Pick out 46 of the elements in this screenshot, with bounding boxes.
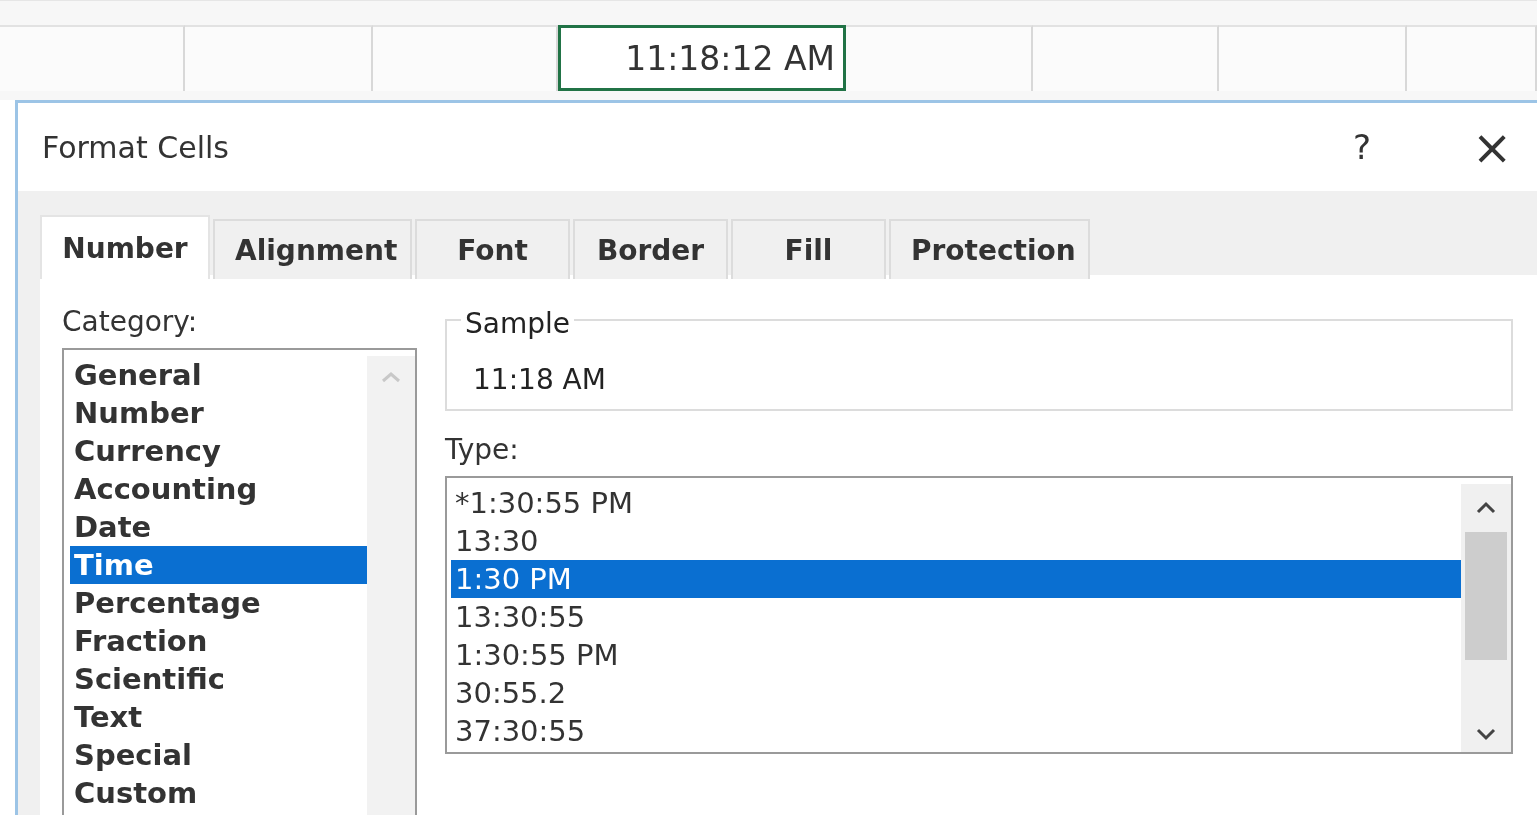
sheet-cell[interactable]: [373, 25, 558, 91]
scroll-thumb[interactable]: [1465, 532, 1507, 660]
tab[interactable]: Fill: [731, 219, 886, 279]
list-item[interactable]: General: [70, 356, 367, 394]
list-item[interactable]: Number: [70, 394, 367, 432]
list-item[interactable]: Text: [70, 698, 367, 736]
sheet-cell[interactable]: [185, 25, 373, 91]
close-button[interactable]: ×: [1447, 119, 1537, 175]
tab[interactable]: Number: [40, 215, 210, 279]
tab[interactable]: Font: [415, 219, 570, 279]
list-item[interactable]: Currency: [70, 432, 367, 470]
type-label: Type:: [445, 433, 520, 466]
list-item[interactable]: Special: [70, 736, 367, 774]
category-list[interactable]: General Number Currency Accounting Date Time Percentage Fraction Scientific Text Special Custom: [62, 348, 417, 815]
list-item[interactable]: 37:30:55: [451, 712, 1461, 750]
tab[interactable]: Border: [573, 219, 728, 279]
sheet-cell[interactable]: [1219, 25, 1407, 91]
sheet-cell[interactable]: [0, 25, 185, 91]
list-item[interactable]: *1:30:55 PM: [451, 484, 1461, 522]
tab[interactable]: Protection: [889, 219, 1090, 279]
list-item[interactable]: Date: [70, 508, 367, 546]
tab[interactable]: Alignment: [213, 219, 412, 279]
list-item[interactable]: 13:30: [451, 522, 1461, 560]
list-item[interactable]: Percentage: [70, 584, 367, 622]
scrollbar[interactable]: [1461, 484, 1511, 752]
scroll-up-icon[interactable]: [1474, 500, 1498, 516]
sheet-cell[interactable]: [1407, 25, 1537, 91]
list-item[interactable]: 1:30:55 PM: [451, 636, 1461, 674]
sample-value: 11:18 AM: [473, 363, 606, 396]
list-item[interactable]: Fraction: [70, 622, 367, 660]
help-button[interactable]: ?: [1317, 127, 1407, 167]
scrollbar[interactable]: [367, 356, 415, 815]
list-item[interactable]: 1:30 PM: [451, 560, 1461, 598]
list-item[interactable]: Custom: [70, 774, 367, 812]
type-list[interactable]: *1:30:55 PM 13:30 1:30 PM 13:30:55 1:30:55 PM 30:55.2 37:30:55: [445, 476, 1513, 754]
scroll-down-icon[interactable]: [1474, 726, 1498, 742]
list-item[interactable]: 13:30:55: [451, 598, 1461, 636]
sheet-cell[interactable]: [846, 25, 1033, 91]
list-item[interactable]: 30:55.2: [451, 674, 1461, 712]
sheet-cell[interactable]: 11:18:12 AM: [558, 25, 846, 91]
list-item[interactable]: Accounting: [70, 470, 367, 508]
dialog-title: Format Cells: [42, 129, 230, 165]
category-label: Category:: [62, 305, 199, 338]
sheet-cell[interactable]: [1033, 25, 1219, 91]
list-item[interactable]: Scientific: [70, 660, 367, 698]
list-item[interactable]: Time: [70, 546, 367, 584]
